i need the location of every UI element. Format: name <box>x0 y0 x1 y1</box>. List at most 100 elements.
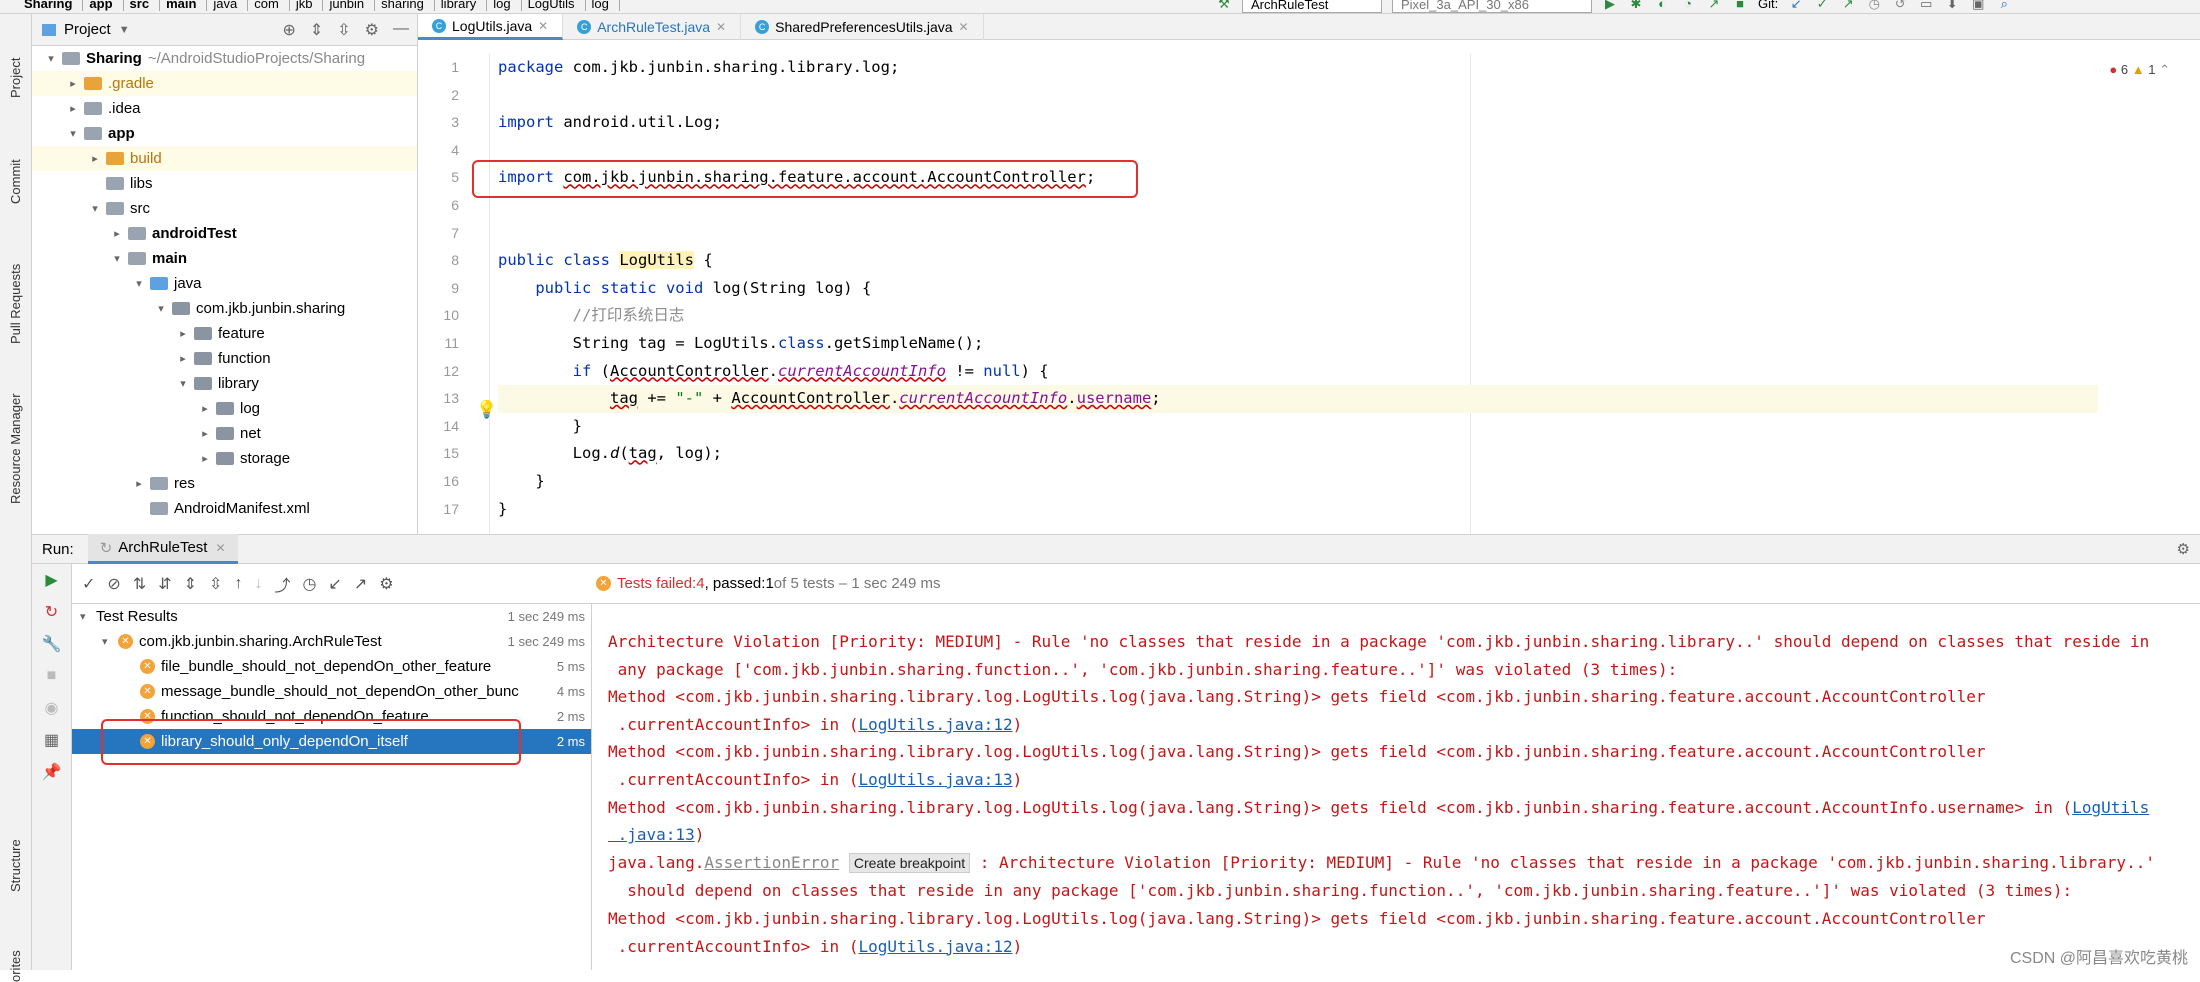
line-number[interactable]: 2 <box>418 82 489 110</box>
breadcrumb-item[interactable]: app <box>89 0 124 11</box>
chevron-right-icon[interactable]: ▸ <box>198 402 212 415</box>
source-link[interactable]: LogUtils.java:13 <box>858 770 1012 789</box>
chevron-down-icon[interactable]: ▾ <box>110 252 124 265</box>
tree-item[interactable]: libs <box>32 171 417 196</box>
tree-item[interactable]: ▾ java <box>32 271 417 296</box>
chevron-right-icon[interactable]: ▸ <box>198 452 212 465</box>
breadcrumb-item[interactable]: sharing <box>381 0 435 11</box>
chevron-right-icon[interactable]: ▸ <box>88 152 102 165</box>
show-passed-icon[interactable]: ✓ <box>82 574 95 594</box>
chevron-right-icon[interactable]: ▸ <box>176 327 190 340</box>
device-select[interactable]: Pixel_3a_API_30_x86 <box>1392 0 1592 13</box>
chevron-down-icon[interactable]: ▾ <box>80 610 96 623</box>
source-link[interactable]: LogUtils.java:12 <box>858 715 1012 734</box>
tree-item[interactable]: ▾ app <box>32 121 417 146</box>
debug-icon[interactable]: ✱ <box>1628 0 1644 11</box>
close-icon[interactable]: ✕ <box>538 19 548 33</box>
line-number[interactable]: 16 <box>418 468 489 496</box>
rerun-failed-icon[interactable]: ↻ <box>32 596 71 628</box>
run-tab[interactable]: ↻ ArchRuleTest ✕ <box>87 534 238 564</box>
breadcrumb-item[interactable]: jkb <box>296 0 324 11</box>
git-push-icon[interactable]: ↗ <box>1840 0 1856 11</box>
favorites-tool-tab[interactable]: orites <box>8 950 23 982</box>
source-link[interactable]: LogUtils <box>2072 798 2149 817</box>
test-item[interactable]: ▾ Test Results 1 sec 249 ms <box>72 604 591 629</box>
git-rollback-icon[interactable]: ↺ <box>1892 0 1908 11</box>
test-item[interactable]: ▾ ✕ com.jkb.junbin.sharing.ArchRuleTest 1 s… <box>72 629 591 654</box>
chevron-up-icon[interactable]: ⌃ <box>2159 62 2170 77</box>
tree-item[interactable]: ▸ net <box>32 421 417 446</box>
tree-item[interactable]: ▾ Sharing ~/AndroidStudioProjects/Sharing <box>32 46 417 71</box>
editor-tab[interactable]: C ArchRuleTest.java ✕ <box>563 14 742 40</box>
line-number[interactable]: 3 <box>418 109 489 137</box>
open-external-icon[interactable]: ↗ <box>354 574 367 594</box>
structure-tool-tab[interactable]: Structure <box>8 839 23 892</box>
chevron-down-icon[interactable]: ▾ <box>66 127 80 140</box>
tree-item[interactable]: ▸ build <box>32 146 417 171</box>
editor-tab[interactable]: C SharedPreferencesUtils.java ✕ <box>741 14 984 40</box>
gear-icon[interactable]: ⚙ <box>2177 540 2200 558</box>
code-area[interactable]: package com.jkb.junbin.sharing.library.l… <box>498 54 2098 523</box>
collapse-all-icon[interactable]: ⇳ <box>337 20 350 40</box>
source-link[interactable]: LogUtils.java:12 <box>858 937 1012 956</box>
breadcrumb-item[interactable]: src <box>130 0 161 11</box>
breadcrumb-item[interactable]: com <box>254 0 290 11</box>
tree-item[interactable]: ▸ androidTest <box>32 221 417 246</box>
sort-alpha-icon[interactable]: ⇅ <box>133 574 146 594</box>
expand-all-icon[interactable]: ⇕ <box>184 574 197 594</box>
wrench-icon[interactable]: 🔧 <box>32 628 71 660</box>
tree-item[interactable]: ▸ res <box>32 471 417 496</box>
coverage-icon[interactable]: ◐ <box>1654 0 1670 11</box>
line-number[interactable]: 11 <box>418 330 489 358</box>
commit-tool-tab[interactable]: Commit <box>8 159 23 204</box>
breadcrumb-item[interactable]: java <box>213 0 249 11</box>
sort-duration-icon[interactable]: ⇵ <box>158 574 171 594</box>
line-number[interactable]: 1 <box>418 54 489 82</box>
chevron-right-icon[interactable]: ▸ <box>132 477 146 490</box>
resource-manager-tool-tab[interactable]: Resource Manager <box>8 393 23 504</box>
hammer-icon[interactable]: ⚒ <box>1216 0 1232 11</box>
hide-icon[interactable]: — <box>393 20 409 40</box>
chevron-right-icon[interactable]: ▸ <box>176 352 190 365</box>
import-tests-icon[interactable]: ⤴ <box>274 572 290 596</box>
breadcrumb-item[interactable]: junbin <box>329 0 376 11</box>
next-failed-icon[interactable]: ↓ <box>254 575 262 593</box>
git-commit-icon[interactable]: ✓ <box>1814 0 1830 11</box>
git-update-icon[interactable]: ↙ <box>1788 0 1804 11</box>
line-number[interactable]: 7 <box>418 220 489 248</box>
chevron-down-icon[interactable]: ▾ <box>176 377 190 390</box>
tree-item[interactable]: ▸ .idea <box>32 96 417 121</box>
rerun-icon[interactable]: ▶ <box>32 564 71 596</box>
chevron-right-icon[interactable]: ▸ <box>198 427 212 440</box>
breadcrumb-item[interactable]: Sharing <box>24 0 84 11</box>
inspection-widget[interactable]: ● 6 ▲ 1 ⌃ <box>2109 62 2170 78</box>
tree-item[interactable]: ▸ function <box>32 346 417 371</box>
chevron-right-icon[interactable]: ▸ <box>66 77 80 90</box>
test-item[interactable]: ✕ message_bundle_should_not_dependOn_othe… <box>72 679 591 704</box>
prev-failed-icon[interactable]: ↑ <box>234 575 242 593</box>
run-config-select[interactable]: ArchRuleTest <box>1242 0 1382 13</box>
gear-icon[interactable]: ⚙ <box>379 574 393 594</box>
breadcrumb-item[interactable]: main <box>166 0 208 11</box>
tree-item[interactable]: ▾ com.jkb.junbin.sharing <box>32 296 417 321</box>
expand-all-icon[interactable]: ⇕ <box>310 20 323 40</box>
chevron-down-icon[interactable]: ▼ <box>119 24 130 36</box>
line-number[interactable]: 9 <box>418 275 489 303</box>
collapse-all-icon[interactable]: ⇳ <box>209 574 222 594</box>
exception-link[interactable]: AssertionError <box>704 853 839 872</box>
show-ignored-icon[interactable]: ⊘ <box>107 574 120 594</box>
pull-requests-tool-tab[interactable]: Pull Requests <box>8 264 23 344</box>
locate-icon[interactable]: ⊕ <box>282 20 295 40</box>
layout-inspector-icon[interactable]: ▣ <box>1970 0 1986 11</box>
test-item[interactable]: ✕ file_bundle_should_not_dependOn_other_f… <box>72 654 591 679</box>
tree-item[interactable]: ▾ main <box>32 246 417 271</box>
chevron-down-icon[interactable]: ▾ <box>44 52 58 65</box>
export-icon[interactable]: ↙ <box>328 574 341 594</box>
tree-item[interactable]: ▸ feature <box>32 321 417 346</box>
line-number[interactable]: 12 <box>418 358 489 386</box>
tree-item[interactable]: ▸ .gradle <box>32 71 417 96</box>
pin-icon[interactable]: 📌 <box>32 756 71 788</box>
avd-icon[interactable]: ▭ <box>1918 0 1934 11</box>
create-breakpoint-button[interactable]: Create breakpoint <box>848 852 971 873</box>
search-icon[interactable]: ⌕ <box>1996 0 2012 11</box>
